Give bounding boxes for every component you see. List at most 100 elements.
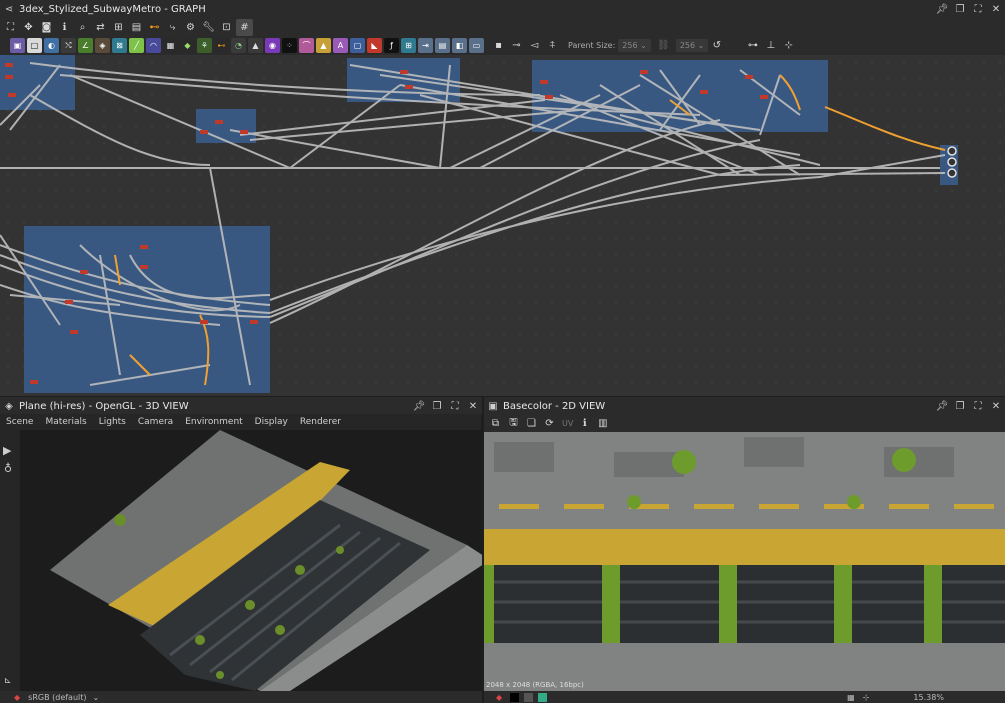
menu-materials[interactable]: Materials xyxy=(45,417,86,427)
hierarchy-icon[interactable]: ⊞ xyxy=(110,19,127,36)
blend-orange-icon[interactable]: ⊷ xyxy=(214,38,229,53)
text-icon[interactable]: A xyxy=(333,38,348,53)
crop-icon[interactable]: ⊹ xyxy=(780,37,797,54)
curve-icon[interactable]: ∠ xyxy=(78,38,93,53)
pin-down-icon[interactable]: ⍏ xyxy=(544,37,561,54)
axis-icon[interactable]: ⊾ xyxy=(4,676,12,686)
menu-lights[interactable]: Lights xyxy=(99,417,126,427)
light-bulb-icon[interactable]: ♁ xyxy=(4,462,12,475)
connect-icon[interactable]: ⇄ xyxy=(92,19,109,36)
restore-icon[interactable]: ❐ xyxy=(951,401,969,412)
menu-scene[interactable]: Scene xyxy=(6,417,33,427)
info-icon[interactable]: ℹ xyxy=(56,19,73,36)
blend-icon[interactable]: ⤭ xyxy=(61,38,76,53)
fit-icon[interactable]: ⊹ xyxy=(863,693,870,702)
menu-renderer[interactable]: Renderer xyxy=(300,417,341,427)
close-icon[interactable]: ✕ xyxy=(987,4,1005,15)
levels-icon[interactable]: ◐ xyxy=(44,38,59,53)
duplicate-icon[interactable]: ❏ xyxy=(523,415,540,432)
video-camera-icon[interactable]: ▶ xyxy=(3,444,11,457)
view3d-window-controls: 📌︎ ❐ ⛶ ✕ xyxy=(410,397,482,415)
paint-bucket-icon[interactable]: ◣ xyxy=(367,38,382,53)
reroute-icon[interactable]: ◅ xyxy=(526,37,543,54)
camera-icon[interactable]: ◙ xyxy=(38,19,55,36)
histogram-bars-icon[interactable]: ▥ xyxy=(594,415,611,432)
blur-icon[interactable]: ◔ xyxy=(231,38,246,53)
view2d-toolbar: ⧉ 🖫︎ ❏ ⟳ UV ℹ ▥ xyxy=(484,415,1005,432)
transform-icon[interactable]: ⊠ xyxy=(112,38,127,53)
channel-black-swatch[interactable] xyxy=(510,692,520,702)
settings-gear-icon[interactable]: ⚙ xyxy=(182,19,199,36)
maximize-icon[interactable]: ⛶ xyxy=(969,4,987,15)
align-icon[interactable]: ⊶ xyxy=(744,37,761,54)
histogram-icon[interactable]: ⌒ xyxy=(299,38,314,53)
restore-icon[interactable]: ❐ xyxy=(428,401,446,412)
uv-select[interactable]: UV xyxy=(562,419,573,428)
frame-all-icon[interactable]: ⛶ xyxy=(2,19,19,36)
view2d-viewport[interactable]: 2048 x 2048 (RGBA, 16bpc) xyxy=(484,432,1005,691)
pin-icon[interactable]: 📌︎ xyxy=(933,401,951,412)
tile-icon[interactable]: ◈ xyxy=(95,38,110,53)
zoom-value[interactable]: 15.38% xyxy=(913,693,944,702)
output-node-icon[interactable]: ▤ xyxy=(435,38,450,53)
pin-icon[interactable]: 📌︎ xyxy=(933,4,951,15)
close-icon[interactable]: ✕ xyxy=(987,401,1005,412)
restore-icon[interactable]: ❐ xyxy=(951,4,969,15)
copy-icon[interactable]: ⧉ xyxy=(487,415,504,432)
comment-icon[interactable]: ▪ xyxy=(490,37,507,54)
uniform-color-icon[interactable]: □ xyxy=(27,38,42,53)
input-node-icon[interactable]: ⇥ xyxy=(418,38,433,53)
menu-display[interactable]: Display xyxy=(255,417,288,427)
plant xyxy=(114,514,126,526)
dot-node-icon[interactable]: ⊸ xyxy=(508,37,525,54)
size-select-2[interactable]: 256 ⌄ xyxy=(675,39,709,52)
warp-icon[interactable]: ◠ xyxy=(146,38,161,53)
colorspace-select[interactable]: sRGB (default) xyxy=(28,693,86,702)
save-icon[interactable]: 🖫︎ xyxy=(505,415,522,432)
grass-icon[interactable]: ⚘ xyxy=(197,38,212,53)
pattern-icon[interactable]: ▦ xyxy=(163,38,178,53)
parent-size-select[interactable]: 256 ⌄ xyxy=(618,39,651,52)
selected-link xyxy=(824,106,946,151)
node-port xyxy=(140,265,148,269)
noise-icon[interactable]: ⁘ xyxy=(282,38,297,53)
grass-strip xyxy=(924,565,942,643)
frame-icon[interactable]: ▢ xyxy=(350,38,365,53)
channel-gray-swatch[interactable] xyxy=(524,692,534,702)
menu-camera[interactable]: Camera xyxy=(138,417,173,427)
bitmap-node-icon[interactable]: ▣ xyxy=(10,38,25,53)
menu-environment[interactable]: Environment xyxy=(185,417,242,427)
layers-icon[interactable]: ▤ xyxy=(128,19,145,36)
view3d-viewport[interactable] xyxy=(20,430,482,691)
height-icon[interactable]: ▲ xyxy=(316,38,331,53)
color-wheel-icon[interactable]: ◉ xyxy=(265,38,280,53)
move-icon[interactable]: ✥ xyxy=(20,19,37,36)
graph-panel-titlebar: ⋖ 3dex_Stylized_SubwayMetro - GRAPH 📌︎ ❐… xyxy=(0,0,1005,18)
pin-icon[interactable]: 📌︎ xyxy=(410,401,428,412)
export-icon[interactable]: ⊡ xyxy=(218,19,235,36)
normal-node-icon[interactable]: ◧ xyxy=(452,38,467,53)
link-straight-icon[interactable]: ⊷ xyxy=(146,19,163,36)
channel-green-swatch[interactable] xyxy=(538,692,548,702)
maximize-icon[interactable]: ⛶ xyxy=(969,401,987,412)
maximize-icon[interactable]: ⛶ xyxy=(446,401,464,412)
fx-map-icon[interactable]: ƒ xyxy=(384,38,399,53)
graph-canvas[interactable] xyxy=(0,55,1005,396)
info-icon[interactable]: ℹ xyxy=(576,415,593,432)
gradient-icon[interactable]: ╱ xyxy=(129,38,144,53)
fill-icon[interactable]: ◆ xyxy=(180,38,195,53)
chevron-down-icon[interactable]: ⌄ xyxy=(93,693,100,702)
search-icon[interactable]: ⌕ xyxy=(74,19,91,36)
link-angled-icon[interactable]: ⤷ xyxy=(164,19,181,36)
value-node-icon[interactable]: ▭ xyxy=(469,38,484,53)
tiling-icon[interactable]: ▦ xyxy=(847,693,855,702)
wrench-icon[interactable]: 🔧︎ xyxy=(200,19,217,36)
shape-icon[interactable]: ▲ xyxy=(248,38,263,53)
close-icon[interactable]: ✕ xyxy=(464,401,482,412)
align-vertical-icon[interactable]: ⊥ xyxy=(762,37,779,54)
grid-snap-icon[interactable]: # xyxy=(236,18,253,36)
pixel-processor-icon[interactable]: ⊞ xyxy=(401,38,416,53)
refresh-view-icon[interactable]: ⟳ xyxy=(541,415,558,432)
reset-icon[interactable]: ↺ xyxy=(708,37,725,54)
chain-link-icon[interactable]: ⛓ xyxy=(655,37,672,54)
